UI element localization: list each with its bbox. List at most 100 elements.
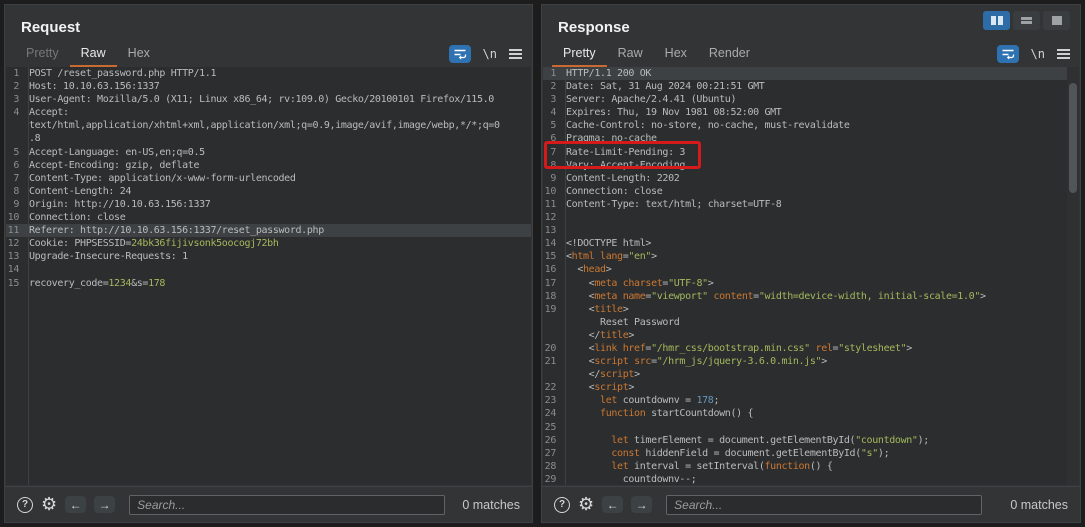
- tab-hex[interactable]: Hex: [654, 43, 698, 67]
- previous-match-button[interactable]: ←: [602, 496, 623, 513]
- line-number: 21: [543, 355, 560, 368]
- code-line[interactable]: 4Expires: Thu, 19 Nov 1981 08:52:00 GMT: [543, 106, 1079, 119]
- line-number: 10: [543, 185, 560, 198]
- code-line[interactable]: 10Connection: close: [6, 211, 531, 224]
- code-line[interactable]: 2Date: Sat, 31 Aug 2024 00:21:51 GMT: [543, 80, 1079, 93]
- next-match-button[interactable]: →: [631, 496, 652, 513]
- code-line[interactable]: 14: [6, 263, 531, 276]
- code-line[interactable]: 2Host: 10.10.63.156:1337: [6, 80, 531, 93]
- line-number: 11: [543, 198, 560, 211]
- previous-match-button[interactable]: ←: [65, 496, 86, 513]
- code-line[interactable]: 12: [543, 211, 1079, 224]
- request-search-bar: ? ⚙ ← → 0 matches: [5, 486, 532, 522]
- tab-hex[interactable]: Hex: [117, 43, 161, 67]
- tab-raw[interactable]: Raw: [607, 43, 654, 67]
- code-line[interactable]: 17 <meta charset="UTF-8">: [543, 277, 1079, 290]
- word-wrap-toggle-icon[interactable]: [997, 45, 1019, 63]
- response-search-input[interactable]: [666, 495, 982, 515]
- line-number: 23: [543, 394, 560, 407]
- code-line[interactable]: Reset Password: [543, 316, 1079, 329]
- code-line[interactable]: 13Upgrade-Insecure-Requests: 1: [6, 250, 531, 263]
- vertical-scrollbar[interactable]: [1067, 67, 1079, 485]
- help-icon[interactable]: ?: [17, 497, 33, 513]
- code-line[interactable]: 3Server: Apache/2.4.41 (Ubuntu): [543, 93, 1079, 106]
- code-line[interactable]: 11Content-Type: text/html; charset=UTF-8: [543, 198, 1079, 211]
- single-layout-button[interactable]: [1043, 11, 1070, 30]
- tab-pretty[interactable]: Pretty: [15, 43, 70, 67]
- scrollbar-thumb[interactable]: [1069, 83, 1077, 193]
- line-content: [560, 224, 566, 237]
- line-number: 3: [543, 93, 560, 106]
- code-line[interactable]: 12Cookie: PHPSESSID=24bk36fijivsonk5ooco…: [6, 237, 531, 250]
- code-line[interactable]: 7Rate-Limit-Pending: 3: [543, 146, 1079, 159]
- code-line[interactable]: 19 <title>: [543, 303, 1079, 316]
- side-by-side-layout-button[interactable]: [983, 11, 1010, 30]
- newline-toggle[interactable]: \n: [1031, 47, 1045, 61]
- response-editor[interactable]: 1HTTP/1.1 200 OK2Date: Sat, 31 Aug 2024 …: [543, 67, 1079, 485]
- line-number: [543, 368, 560, 381]
- code-line[interactable]: 15<html lang="en">: [543, 250, 1079, 263]
- request-search-input[interactable]: [129, 495, 445, 515]
- line-number: [543, 316, 560, 329]
- line-number: 12: [543, 211, 560, 224]
- newline-toggle[interactable]: \n: [483, 47, 497, 61]
- code-line[interactable]: 5Cache-Control: no-store, no-cache, must…: [543, 119, 1079, 132]
- code-line[interactable]: 21 <script src="/hrm_js/jquery-3.6.0.min…: [543, 355, 1079, 368]
- code-line[interactable]: text/html,application/xhtml+xml,applicat…: [6, 119, 531, 132]
- word-wrap-toggle-icon[interactable]: [449, 45, 471, 63]
- tab-pretty[interactable]: Pretty: [552, 43, 607, 67]
- code-line[interactable]: 1POST /reset_password.php HTTP/1.1: [6, 67, 531, 80]
- code-line[interactable]: 23 let countdownv = 178;: [543, 394, 1079, 407]
- code-line[interactable]: 22 <script>: [543, 381, 1079, 394]
- code-line[interactable]: 9Origin: http://10.10.63.156:1337: [6, 198, 531, 211]
- code-line[interactable]: </title>: [543, 329, 1079, 342]
- line-content: let interval = setInterval(function() {: [560, 460, 833, 473]
- request-editor[interactable]: 1POST /reset_password.php HTTP/1.12Host:…: [6, 67, 531, 485]
- code-line[interactable]: 9Content-Length: 2202: [543, 172, 1079, 185]
- code-line[interactable]: 7Content-Type: application/x-www-form-ur…: [6, 172, 531, 185]
- code-line[interactable]: 15recovery_code=1234&s=178: [6, 277, 531, 290]
- line-content: Content-Type: application/x-www-form-url…: [23, 172, 296, 185]
- code-line[interactable]: 18 <meta name="viewport" content="width=…: [543, 290, 1079, 303]
- editor-menu-icon[interactable]: [1057, 49, 1070, 59]
- code-line[interactable]: 28 let interval = setInterval(function()…: [543, 460, 1079, 473]
- line-number: 2: [543, 80, 560, 93]
- code-line[interactable]: </script>: [543, 368, 1079, 381]
- code-line[interactable]: 8Vary: Accept-Encoding: [543, 159, 1079, 172]
- line-number: 25: [543, 421, 560, 434]
- line-number: 4: [6, 106, 23, 119]
- tab-render[interactable]: Render: [698, 43, 761, 67]
- code-line[interactable]: 24 function startCountdown() {: [543, 407, 1079, 420]
- code-line[interactable]: 26 let timerElement = document.getElemen…: [543, 434, 1079, 447]
- code-line[interactable]: 6Pragma: no-cache: [543, 132, 1079, 145]
- line-content: let countdownv = 178;: [560, 394, 719, 407]
- code-line[interactable]: 16 <head>: [543, 263, 1079, 276]
- code-line[interactable]: 8Content-Length: 24: [6, 185, 531, 198]
- line-content: Expires: Thu, 19 Nov 1981 08:52:00 GMT: [560, 106, 781, 119]
- help-icon[interactable]: ?: [554, 497, 570, 513]
- response-editor-toolbar: \n: [997, 43, 1070, 65]
- code-line[interactable]: 29 countdownv--;: [543, 473, 1079, 485]
- code-line[interactable]: 13: [543, 224, 1079, 237]
- line-content: Origin: http://10.10.63.156:1337: [23, 198, 210, 211]
- code-line[interactable]: 14<!DOCTYPE html>: [543, 237, 1079, 250]
- tab-raw[interactable]: Raw: [70, 43, 117, 67]
- search-settings-gear-icon[interactable]: ⚙: [41, 496, 57, 514]
- next-match-button[interactable]: →: [94, 496, 115, 513]
- line-content: let timerElement = document.getElementBy…: [560, 434, 929, 447]
- code-line[interactable]: .8: [6, 132, 531, 145]
- code-line[interactable]: 27 const hiddenField = document.getEleme…: [543, 447, 1079, 460]
- code-line[interactable]: 6Accept-Encoding: gzip, deflate: [6, 159, 531, 172]
- code-line[interactable]: 10Connection: close: [543, 185, 1079, 198]
- editor-menu-icon[interactable]: [509, 49, 522, 59]
- request-title: Request: [21, 19, 80, 36]
- code-line[interactable]: 1HTTP/1.1 200 OK: [543, 67, 1079, 80]
- code-line[interactable]: 3User-Agent: Mozilla/5.0 (X11; Linux x86…: [6, 93, 531, 106]
- code-line[interactable]: 4Accept:: [6, 106, 531, 119]
- stacked-layout-button[interactable]: [1013, 11, 1040, 30]
- search-settings-gear-icon[interactable]: ⚙: [578, 496, 594, 514]
- code-line[interactable]: 11Referer: http://10.10.63.156:1337/rese…: [6, 224, 531, 237]
- code-line[interactable]: 20 <link href="/hmr_css/bootstrap.min.cs…: [543, 342, 1079, 355]
- code-line[interactable]: 5Accept-Language: en-US,en;q=0.5: [6, 146, 531, 159]
- code-line[interactable]: 25: [543, 421, 1079, 434]
